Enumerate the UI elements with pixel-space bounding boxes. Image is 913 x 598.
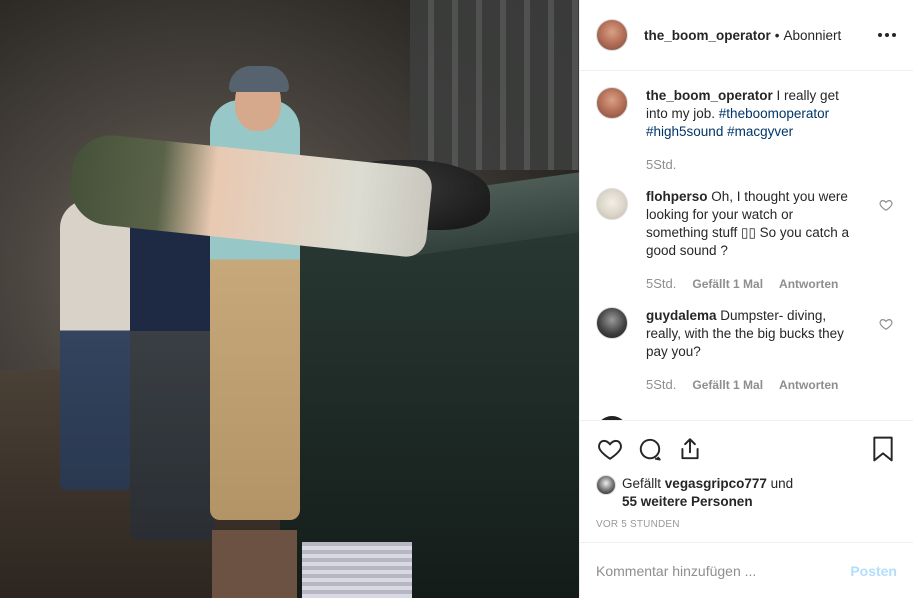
photo-crate	[212, 530, 297, 598]
header-names: the_boom_operator • Abonniert	[644, 28, 841, 43]
comment-time[interactable]: 5Std.	[646, 377, 676, 392]
author-username[interactable]: the_boom_operator	[644, 28, 771, 43]
comment-like-heart-icon[interactable]	[879, 198, 893, 212]
comment-like-heart-icon[interactable]	[879, 317, 893, 331]
comment-avatar[interactable]	[596, 307, 628, 339]
comment-username[interactable]: guydalema	[646, 308, 717, 323]
comment-text-block: flohperso Oh, I thought you were looking…	[646, 188, 856, 260]
comment-item: flohperso Oh, I thought you were looking…	[596, 188, 897, 291]
comment-reply-button[interactable]: Antworten	[779, 378, 838, 392]
post-timestamp[interactable]: VOR 5 STUNDEN	[596, 519, 897, 530]
comment-username[interactable]: flohperso	[646, 189, 708, 204]
post-actions: Gefällt vegasgripco777 und 55 weitere Pe…	[580, 420, 913, 542]
liked-by-and: und	[770, 476, 794, 491]
liked-by: Gefällt vegasgripco777 und 55 weitere Pe…	[596, 475, 897, 511]
comment-text-block: guydalema Dumpster- diving, really, with…	[646, 307, 856, 361]
comment-likes[interactable]: Gefällt 1 Mal	[692, 277, 763, 291]
comments-section[interactable]: the_boom_operator I really get into my j…	[580, 71, 913, 420]
comment-avatar[interactable]	[596, 188, 628, 220]
add-comment-bar: Posten	[580, 542, 913, 598]
caption-meta: 5Std.	[646, 157, 856, 172]
instagram-post-view: the_boom_operator • Abonniert the_boom_o…	[0, 0, 913, 598]
comment-body: guydalema Dumpster- diving, really, with…	[646, 307, 856, 392]
photo-door	[410, 0, 579, 170]
caption-text-block: the_boom_operator I really get into my j…	[646, 87, 856, 141]
liked-by-prefix: Gefällt	[622, 476, 662, 491]
follow-status-button[interactable]: Abonniert	[784, 28, 842, 43]
liked-by-others[interactable]: 55 weitere Personen	[622, 494, 753, 509]
comment-body: flohperso Oh, I thought you were looking…	[646, 188, 856, 291]
post-header: the_boom_operator • Abonniert	[580, 0, 913, 71]
header-separator: •	[774, 27, 780, 43]
more-horizontal-icon[interactable]	[877, 25, 897, 45]
comment-input[interactable]	[596, 562, 851, 579]
partial-comment-avatar	[596, 416, 628, 420]
comment-meta: 5Std. Gefällt 1 Mal Antworten	[646, 276, 856, 291]
comment-time[interactable]: 5Std.	[646, 276, 676, 291]
comment-likes[interactable]: Gefällt 1 Mal	[692, 378, 763, 392]
photo-person-far	[60, 200, 130, 490]
heart-icon[interactable]	[596, 435, 624, 463]
comment-reply-button[interactable]: Antworten	[779, 277, 838, 291]
photo-crate-plastic	[302, 542, 412, 598]
caption-avatar[interactable]	[596, 87, 628, 119]
caption-username[interactable]: the_boom_operator	[646, 88, 773, 103]
comment-icon[interactable]	[636, 435, 664, 463]
post-comment-button[interactable]: Posten	[850, 563, 897, 579]
author-avatar[interactable]	[596, 19, 628, 51]
post-side-panel: the_boom_operator • Abonniert the_boom_o…	[579, 0, 913, 598]
comment-meta: 5Std. Gefällt 1 Mal Antworten	[646, 377, 856, 392]
photo-dumpster	[280, 200, 579, 598]
bookmark-icon[interactable]	[869, 435, 897, 463]
caption-time[interactable]: 5Std.	[646, 157, 676, 172]
liker-avatar[interactable]	[596, 475, 616, 495]
liked-by-user[interactable]: vegasgripco777	[665, 476, 767, 491]
share-icon[interactable]	[676, 435, 704, 463]
liked-by-text: Gefällt vegasgripco777 und 55 weitere Pe…	[622, 475, 793, 511]
caption-body: the_boom_operator I really get into my j…	[646, 87, 856, 172]
post-photo[interactable]	[0, 0, 579, 598]
action-icons	[596, 429, 897, 469]
photo-person-cap	[229, 66, 289, 92]
caption: the_boom_operator I really get into my j…	[596, 87, 897, 172]
comment-item: guydalema Dumpster- diving, really, with…	[596, 307, 897, 392]
